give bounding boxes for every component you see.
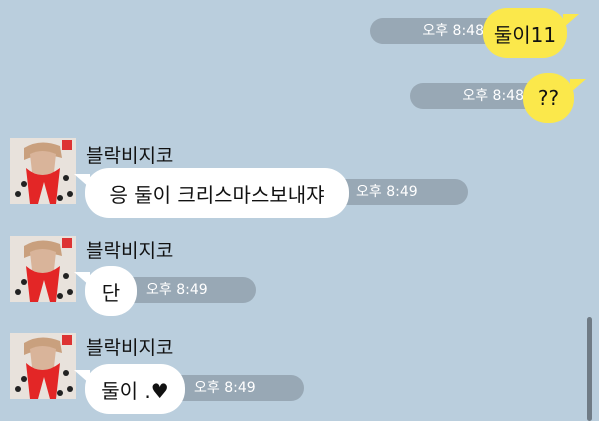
received-message-bubble[interactable]: 단 [85,266,137,316]
received-bubble-tail [74,370,90,384]
sender-name: 블락비지코 [86,240,174,262]
received-bubble-tail [74,174,90,188]
received-message-bubble[interactable]: 둘이 .♥ [85,364,185,414]
message-timestamp: 오후 8:49 [120,277,256,303]
sender-avatar[interactable] [10,333,76,399]
sender-avatar[interactable] [10,138,76,204]
sender-avatar[interactable] [10,236,76,302]
sender-name: 블락비지코 [86,145,174,167]
received-bubble-tail [74,272,90,286]
received-message-bubble[interactable]: 응 둘이 크리스마스보내쟈 [85,168,349,218]
sent-message-bubble[interactable]: ?? [523,73,574,123]
message-timestamp: 오후 8:49 [168,375,304,401]
sent-message-bubble[interactable]: 둘이11 [483,8,567,58]
profile-photo [10,138,76,204]
sent-bubble-tail [570,79,586,93]
chat-scrollbar[interactable] [587,317,592,421]
message-timestamp: 오후 8:49 [330,179,468,205]
profile-photo [10,333,76,399]
sender-name: 블락비지코 [86,337,174,359]
sent-bubble-tail [563,14,579,28]
profile-photo [10,236,76,302]
